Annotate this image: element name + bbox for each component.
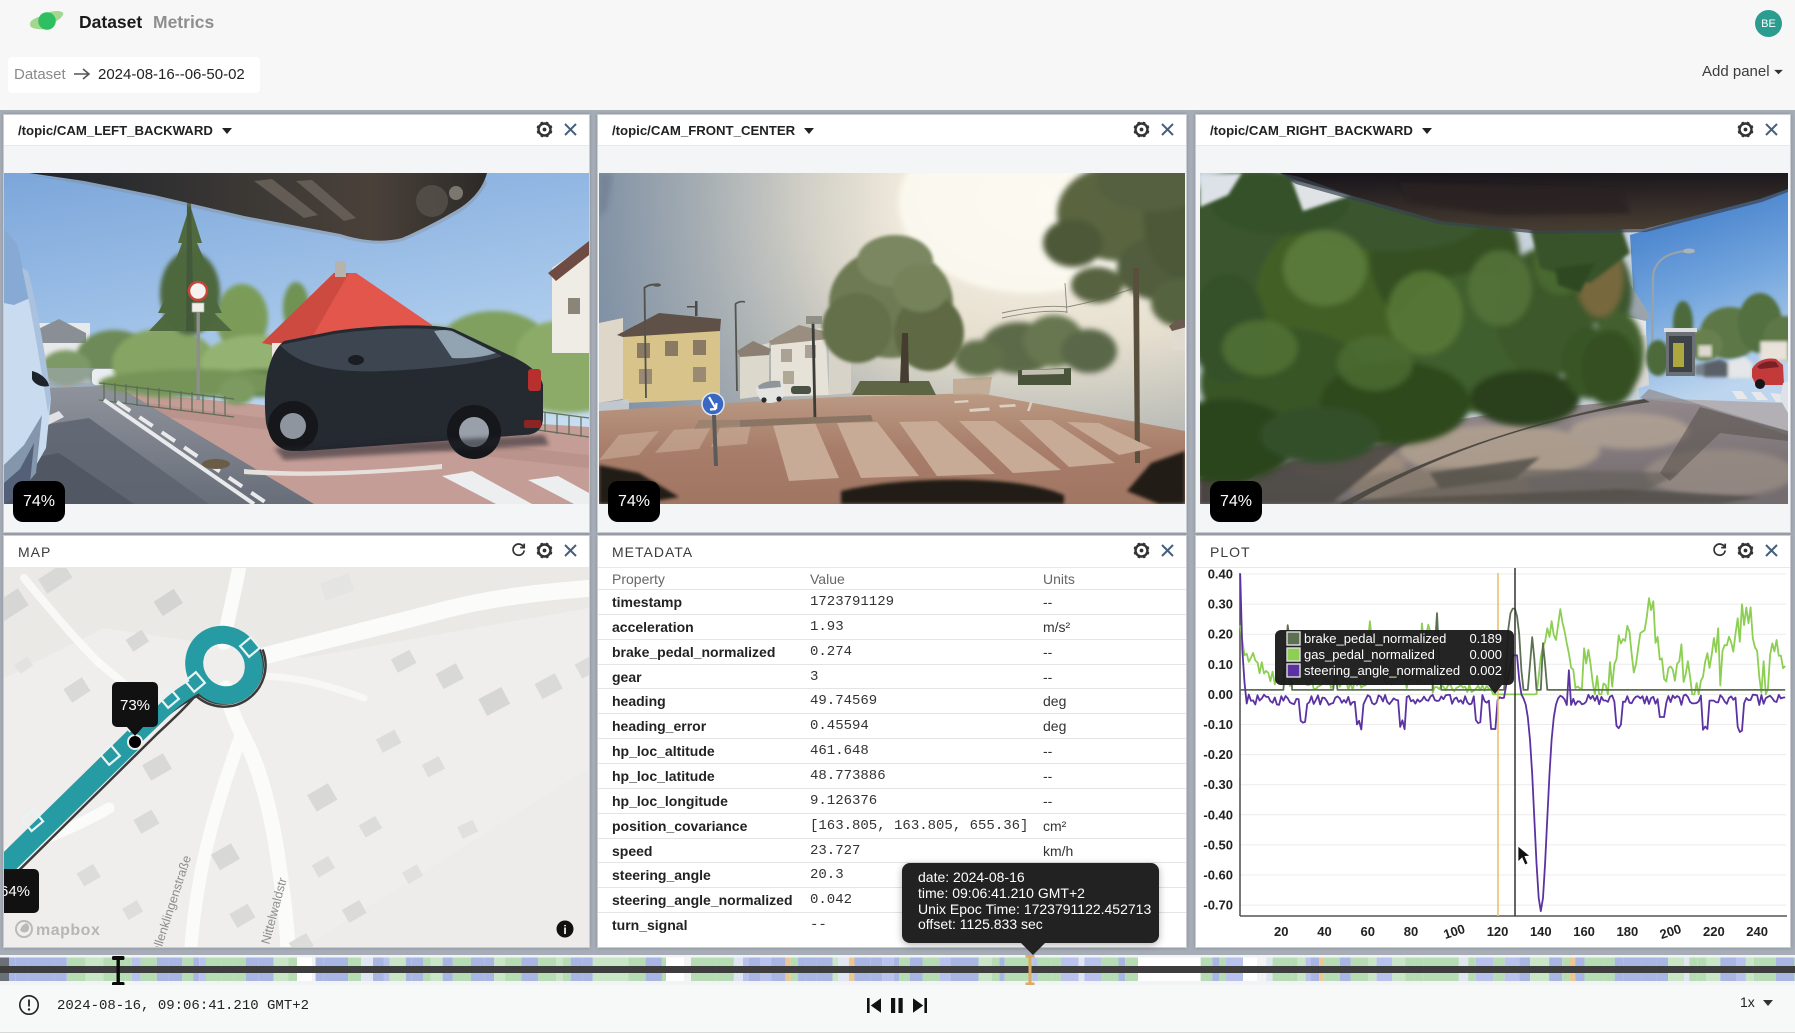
svg-text:steering_angle_normalized: steering_angle_normalized	[1304, 663, 1460, 678]
svg-text:180: 180	[1616, 924, 1638, 939]
svg-text:120: 120	[1487, 924, 1509, 939]
svg-text:-0.40: -0.40	[1203, 807, 1233, 822]
svg-text:mapbox: mapbox	[36, 922, 100, 939]
svg-text:-0.30: -0.30	[1203, 777, 1233, 792]
svg-text:0.10: 0.10	[1208, 657, 1233, 672]
svg-text:-0.10: -0.10	[1203, 717, 1233, 732]
svg-text:0.30: 0.30	[1208, 597, 1233, 612]
svg-text:0.189: 0.189	[1469, 631, 1502, 646]
svg-text:140: 140	[1530, 924, 1552, 939]
svg-text:80: 80	[1404, 924, 1418, 939]
svg-text:0.000: 0.000	[1469, 647, 1502, 662]
svg-text:20: 20	[1274, 924, 1288, 939]
svg-text:0.20: 0.20	[1208, 627, 1233, 642]
svg-text:gas_pedal_normalized: gas_pedal_normalized	[1304, 647, 1435, 662]
svg-text:240: 240	[1746, 924, 1768, 939]
svg-text:160: 160	[1573, 924, 1595, 939]
svg-text:64%: 64%	[4, 883, 30, 900]
svg-text:-0.20: -0.20	[1203, 747, 1233, 762]
svg-text:0.00: 0.00	[1208, 687, 1233, 702]
svg-text:0.002: 0.002	[1469, 663, 1502, 678]
svg-text:-0.50: -0.50	[1203, 837, 1233, 852]
svg-text:brake_pedal_normalized: brake_pedal_normalized	[1304, 631, 1446, 646]
svg-text:200: 200	[1658, 921, 1683, 942]
svg-text:100: 100	[1442, 921, 1467, 942]
svg-text:40: 40	[1317, 924, 1331, 939]
svg-text:i: i	[563, 923, 566, 937]
svg-text:60: 60	[1361, 924, 1375, 939]
svg-text:220: 220	[1703, 924, 1725, 939]
svg-text:0.40: 0.40	[1208, 568, 1233, 582]
svg-text:-0.60: -0.60	[1203, 868, 1233, 883]
svg-text:-0.70: -0.70	[1203, 898, 1233, 913]
svg-text:73%: 73%	[120, 697, 150, 714]
